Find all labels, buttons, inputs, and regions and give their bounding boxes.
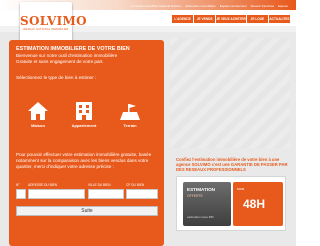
promo-subtitle: OFFERTE [187,194,203,198]
type-label: Maison [31,123,45,128]
zip-input[interactable] [126,189,158,199]
promo-text: Confiez l'estimation immobilière de votr… [176,157,288,172]
nav-item-acheter[interactable]: JE VEUX ACHETER [216,15,246,23]
zip-label: CP DU BIEN [126,183,145,187]
type-label: Terrain [123,123,137,128]
land-icon [120,104,140,120]
nav-item-vends[interactable]: JE VENDS [194,15,216,23]
num-input[interactable] [16,189,26,199]
promo-title: ESTIMATION [187,187,215,192]
address-label: ADRESSE DU BIEN [28,183,58,187]
top-link[interactable]: Estimation immobilière [186,4,216,8]
estimation-intro-2: Gratuite et sans engagement de votre par… [16,59,104,64]
top-links: Le réseau immobilier National Solvimo Es… [130,4,288,8]
estimation-intro: Bienvenue sur notre outil d'estimation i… [16,53,118,58]
top-link[interactable]: Espace recrutement [220,4,247,8]
city-label: VILLE DU BIEN [88,183,111,187]
type-maison[interactable]: Maison [20,101,56,133]
top-link[interactable]: Le réseau immobilier National Solvimo [130,4,181,8]
city-input[interactable] [88,189,124,199]
logo-name: SOLVIMO [20,14,87,28]
promo-footnote: estimation sous 48h [187,215,214,219]
promo-hours: 48H [243,197,266,211]
estimation-info: Pour pouvoir effectuer votre estimation … [16,152,152,169]
promo-badge: sous [237,187,245,191]
select-prompt: Sélectionnez le type de bien à estimer : [16,75,97,80]
num-label: N° [16,183,20,187]
background-pattern [170,38,290,148]
logo-tagline: RÉSEAU NATIONAL IMMOBILIER [23,28,69,31]
submit-button[interactable]: Suite [16,206,158,216]
type-terrain[interactable]: Terrain [112,101,148,133]
page: Le réseau immobilier National Solvimo Es… [0,0,296,246]
building-icon [76,102,92,120]
estimation-title: ESTIMATION IMMOBILIERE DE VOTRE BIEN [16,46,130,52]
nav-item-loue[interactable]: JE LOUE [246,15,268,23]
house-icon [28,102,48,120]
logo[interactable]: SOLVIMO RÉSEAU NATIONAL IMMOBILIER [20,2,87,42]
nav-item-agence[interactable]: L'AGENCE [172,15,194,23]
nav-item-actualites[interactable]: ACTUALITES [268,15,291,23]
type-appartement[interactable]: Appartement [66,101,102,133]
top-link[interactable]: Espace [278,4,288,8]
form-labels: N° ADRESSE DU BIEN VILLE DU BIEN CP DU B… [16,183,158,188]
main-nav: L'AGENCE JE VENDS JE VEUX ACHETER JE LOU… [172,15,291,23]
address-input[interactable] [28,189,85,199]
type-label: Appartement [71,123,97,128]
promo-banner[interactable]: ESTIMATION OFFERTE sous 48H estimation s… [176,176,286,231]
address-form-row [16,189,158,199]
top-link[interactable]: Devenir franchisé [251,4,274,8]
